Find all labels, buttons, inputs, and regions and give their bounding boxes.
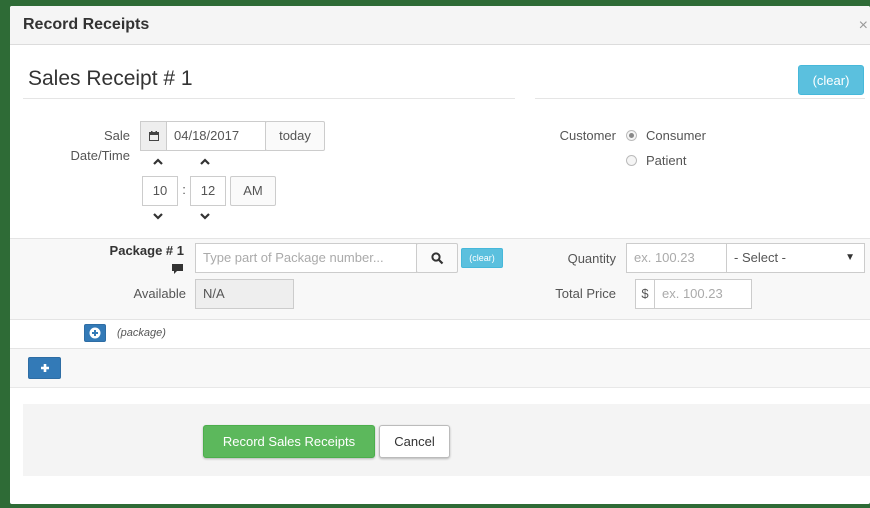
dialog-title: Record Receipts — [23, 16, 150, 33]
sale-label: Sale — [103, 128, 130, 143]
currency-addon: $ — [635, 279, 655, 309]
time-separator: : — [182, 182, 186, 197]
hour-up-icon[interactable] — [153, 156, 163, 168]
total-price-label: Total Price — [555, 286, 616, 301]
add-package-label: (package) — [117, 327, 166, 339]
hour-down-icon[interactable] — [153, 211, 163, 223]
select-arrow-icon: ▼ — [845, 252, 855, 263]
unit-of-measure-select[interactable]: - Select - ▼ — [726, 243, 865, 273]
add-package-button[interactable] — [84, 324, 106, 342]
available-value: N/A — [195, 279, 294, 309]
clear-receipt-button[interactable]: (clear) — [798, 65, 864, 95]
sale-date-input[interactable]: 04/18/2017 — [166, 121, 266, 151]
package-search-input[interactable]: Type part of Package number... — [195, 243, 417, 273]
today-button[interactable]: today — [265, 121, 325, 151]
plus-icon — [40, 364, 49, 372]
title-divider-right — [535, 98, 865, 99]
ampm-toggle-button[interactable]: AM — [230, 176, 276, 206]
package-label: Package # 1 — [109, 243, 184, 258]
quantity-label: Quantity — [567, 251, 616, 266]
cancel-button[interactable]: Cancel — [379, 425, 450, 458]
consumer-radio[interactable] — [626, 130, 637, 141]
search-button[interactable] — [416, 243, 458, 273]
receipt-title: Sales Receipt # 1 — [28, 67, 193, 90]
clear-package-button[interactable]: (clear) — [461, 248, 503, 268]
plus-circle-icon — [89, 327, 101, 339]
add-receipt-row — [10, 349, 870, 388]
unit-select-value: - Select - — [734, 250, 787, 265]
search-icon — [430, 252, 443, 265]
record-sales-receipts-button[interactable]: Record Sales Receipts — [203, 425, 375, 458]
add-receipt-button[interactable] — [28, 357, 61, 379]
close-icon[interactable]: × — [859, 17, 868, 35]
quantity-input[interactable]: ex. 100.23 — [626, 243, 727, 273]
patient-radio[interactable] — [626, 155, 637, 166]
record-receipts-dialog: Record Receipts × Sales Receipt # 1 (cle… — [10, 6, 870, 504]
calendar-icon[interactable] — [140, 121, 167, 151]
minute-input[interactable]: 12 — [190, 176, 226, 206]
date-time-label: Date/Time — [70, 148, 130, 163]
hour-input[interactable]: 10 — [142, 176, 178, 206]
available-label: Available — [133, 286, 186, 301]
patient-radio-label[interactable]: Patient — [646, 153, 686, 168]
minute-down-icon[interactable] — [200, 211, 210, 223]
dialog-header: Record Receipts × — [10, 6, 870, 45]
consumer-radio-label[interactable]: Consumer — [646, 128, 706, 143]
customer-label: Customer — [559, 128, 616, 143]
comment-icon[interactable] — [172, 261, 183, 279]
title-divider — [23, 98, 515, 99]
minute-up-icon[interactable] — [200, 156, 210, 168]
total-price-input[interactable]: ex. 100.23 — [654, 279, 752, 309]
